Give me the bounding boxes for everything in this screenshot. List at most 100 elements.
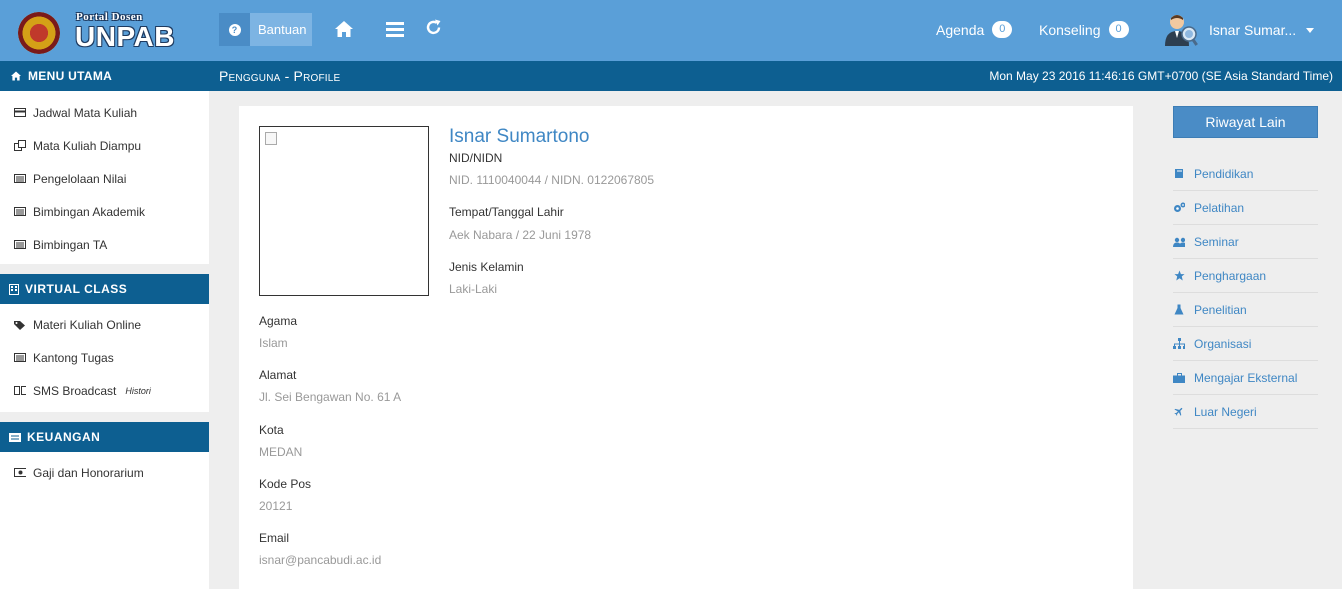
keuangan-list: Gaji dan Honorarium: [0, 452, 209, 489]
address-label: Alamat: [259, 368, 297, 382]
religion-value: Islam: [259, 336, 288, 350]
question-icon: ?: [219, 13, 250, 46]
agenda-label: Agenda: [936, 21, 985, 38]
list-icon: [14, 174, 26, 184]
sidebar-item-bimbingan-akademik[interactable]: Bimbingan Akademik: [0, 195, 209, 228]
sidebar-item-label: SMS Broadcast: [33, 383, 117, 398]
ttl-label: Tempat/Tanggal Lahir: [449, 205, 564, 219]
email-value: isnar@pancabudi.ac.id: [259, 553, 382, 567]
menu-utama-title: MENU UTAMA: [28, 69, 113, 83]
sidebar-item-gaji-dan-honorarium[interactable]: Gaji dan Honorarium: [0, 456, 209, 489]
sitemap-icon: [1173, 338, 1185, 349]
riwayat-item-pendidikan[interactable]: Pendidikan: [1173, 157, 1318, 191]
page-title: Pengguna - Profile: [219, 68, 340, 84]
konseling-link[interactable]: Konseling 0: [1039, 21, 1129, 38]
agenda-link[interactable]: Agenda 0: [936, 21, 1013, 38]
riwayat-item-seminar[interactable]: Seminar: [1173, 225, 1318, 259]
sidebar-item-materi-kuliah-online[interactable]: Materi Kuliah Online: [0, 308, 209, 341]
home-icon[interactable]: [334, 20, 354, 40]
help-button-label: Bantuan: [258, 22, 307, 37]
home-icon: [10, 71, 22, 81]
sidebar-item-label: Bimbingan TA: [33, 237, 108, 252]
sidebar-divider: [0, 412, 209, 422]
menu-utama-header: MENU UTAMA: [0, 61, 209, 91]
tags-icon: [14, 320, 26, 330]
menu-toggle-icon[interactable]: [386, 20, 406, 40]
nid-value: NID. 1110040044 / NIDN. 0122067805: [449, 173, 655, 187]
riwayat-item-label: Mengajar Eksternal: [1194, 370, 1298, 385]
address-value: Jl. Sei Bengawan No. 61 A: [259, 390, 402, 404]
chevron-down-icon: [1306, 27, 1315, 33]
broken-image-icon: [265, 132, 277, 145]
university-emblem-icon: [18, 12, 60, 54]
sidebar-item-label: Kantong Tugas: [33, 350, 114, 365]
title-bar: MENU UTAMA Pengguna - Profile Mon May 23…: [0, 61, 1342, 91]
riwayat-item-label: Pendidikan: [1194, 166, 1254, 181]
riwayat-item-penelitian[interactable]: Penelitian: [1173, 293, 1318, 327]
sidebar-item-label: Jadwal Mata Kuliah: [33, 105, 138, 120]
sidebar-item-bimbingan-ta[interactable]: Bimbingan TA: [0, 228, 209, 261]
card-icon: [14, 108, 26, 118]
user-avatar-icon: [1163, 12, 1199, 48]
flask-icon: [1173, 304, 1185, 315]
refresh-icon[interactable]: [425, 19, 445, 39]
postal-code-label: Kode Pos: [259, 477, 312, 491]
top-navbar: Portal Dosen UNPAB ? Bantuan Agenda 0 Ko…: [0, 0, 1342, 61]
list-icon: [14, 353, 26, 363]
konseling-count-badge: 0: [1108, 21, 1129, 38]
user-name: Isnar Sumar...: [1209, 22, 1297, 38]
plane-icon: [1173, 406, 1185, 417]
sidebar-item-label: Mata Kuliah Diampu: [33, 138, 142, 153]
konseling-label: Konseling: [1039, 21, 1101, 38]
briefcase-icon: [1173, 372, 1185, 383]
riwayat-item-label: Seminar: [1194, 234, 1239, 249]
sidebar-item-jadwal-mata-kuliah[interactable]: Jadwal Mata Kuliah: [0, 96, 209, 129]
sidebar-item-sms-broadcast[interactable]: SMS Broadcast Histori: [0, 374, 209, 407]
user-menu-dropdown[interactable]: Isnar Sumar...: [1163, 12, 1315, 48]
city-label: Kota: [259, 423, 284, 437]
sidebar-item-mata-kuliah-diampu[interactable]: Mata Kuliah Diampu: [0, 129, 209, 162]
agenda-count-badge: 0: [992, 21, 1013, 38]
page-title-page: Profile: [293, 68, 341, 84]
logo-title: UNPAB: [75, 21, 175, 52]
copy-icon: [14, 140, 26, 151]
keuangan-header: KEUANGAN: [0, 422, 209, 452]
riwayat-item-pelatihan[interactable]: Pelatihan: [1173, 191, 1318, 225]
riwayat-item-penghargaan[interactable]: Penghargaan: [1173, 259, 1318, 293]
sidebar-item-label: Pengelolaan Nilai: [33, 171, 127, 186]
help-button[interactable]: ? Bantuan: [219, 13, 312, 46]
profile-panel: Isnar Sumartono NID/NIDN NID. 1110040044…: [239, 106, 1133, 589]
ttl-value: Aek Nabara / 22 Juni 1978: [449, 228, 592, 242]
money-icon: [14, 468, 26, 478]
riwayat-lain-button[interactable]: Riwayat Lain: [1173, 106, 1318, 138]
email-label: Email: [259, 531, 290, 545]
riwayat-item-label: Penelitian: [1194, 302, 1247, 317]
sidebar: Jadwal Mata Kuliah Mata Kuliah Diampu Pe…: [0, 91, 209, 589]
main-menu-list: Jadwal Mata Kuliah Mata Kuliah Diampu Pe…: [0, 91, 209, 261]
sidebar-item-kantong-tugas[interactable]: Kantong Tugas: [0, 341, 209, 374]
riwayat-item-label: Penghargaan: [1194, 268, 1267, 283]
gender-value: Laki-Laki: [449, 282, 498, 296]
building-icon: [9, 283, 19, 295]
phone-icon: [14, 386, 26, 396]
riwayat-item-label: Pelatihan: [1194, 200, 1245, 215]
list-icon: [14, 207, 26, 217]
unpab-logo[interactable]: Portal Dosen UNPAB: [18, 8, 188, 56]
riwayat-item-label: Organisasi: [1194, 336, 1252, 351]
riwayat-item-label: Luar Negeri: [1194, 404, 1257, 419]
virtual-class-list: Materi Kuliah Online Kantong Tugas SMS B…: [0, 304, 209, 407]
riwayat-item-mengajar-eksternal[interactable]: Mengajar Eksternal: [1173, 361, 1318, 395]
histori-tag: Histori: [125, 385, 151, 396]
postal-code-value: 20121: [259, 499, 293, 513]
profile-name: Isnar Sumartono: [449, 126, 590, 147]
riwayat-item-organisasi[interactable]: Organisasi: [1173, 327, 1318, 361]
current-datetime: Mon May 23 2016 11:46:16 GMT+0700 (SE As…: [989, 69, 1333, 83]
page-title-separator: -: [280, 68, 294, 84]
nid-label: NID/NIDN: [449, 151, 503, 165]
gender-label: Jenis Kelamin: [449, 260, 524, 274]
riwayat-item-luar-negeri[interactable]: Luar Negeri: [1173, 395, 1318, 429]
virtual-class-title: VIRTUAL CLASS: [25, 282, 128, 296]
sidebar-item-pengelolaan-nilai[interactable]: Pengelolaan Nilai: [0, 162, 209, 195]
cogs-icon: [1173, 202, 1185, 213]
users-icon: [1173, 237, 1185, 247]
